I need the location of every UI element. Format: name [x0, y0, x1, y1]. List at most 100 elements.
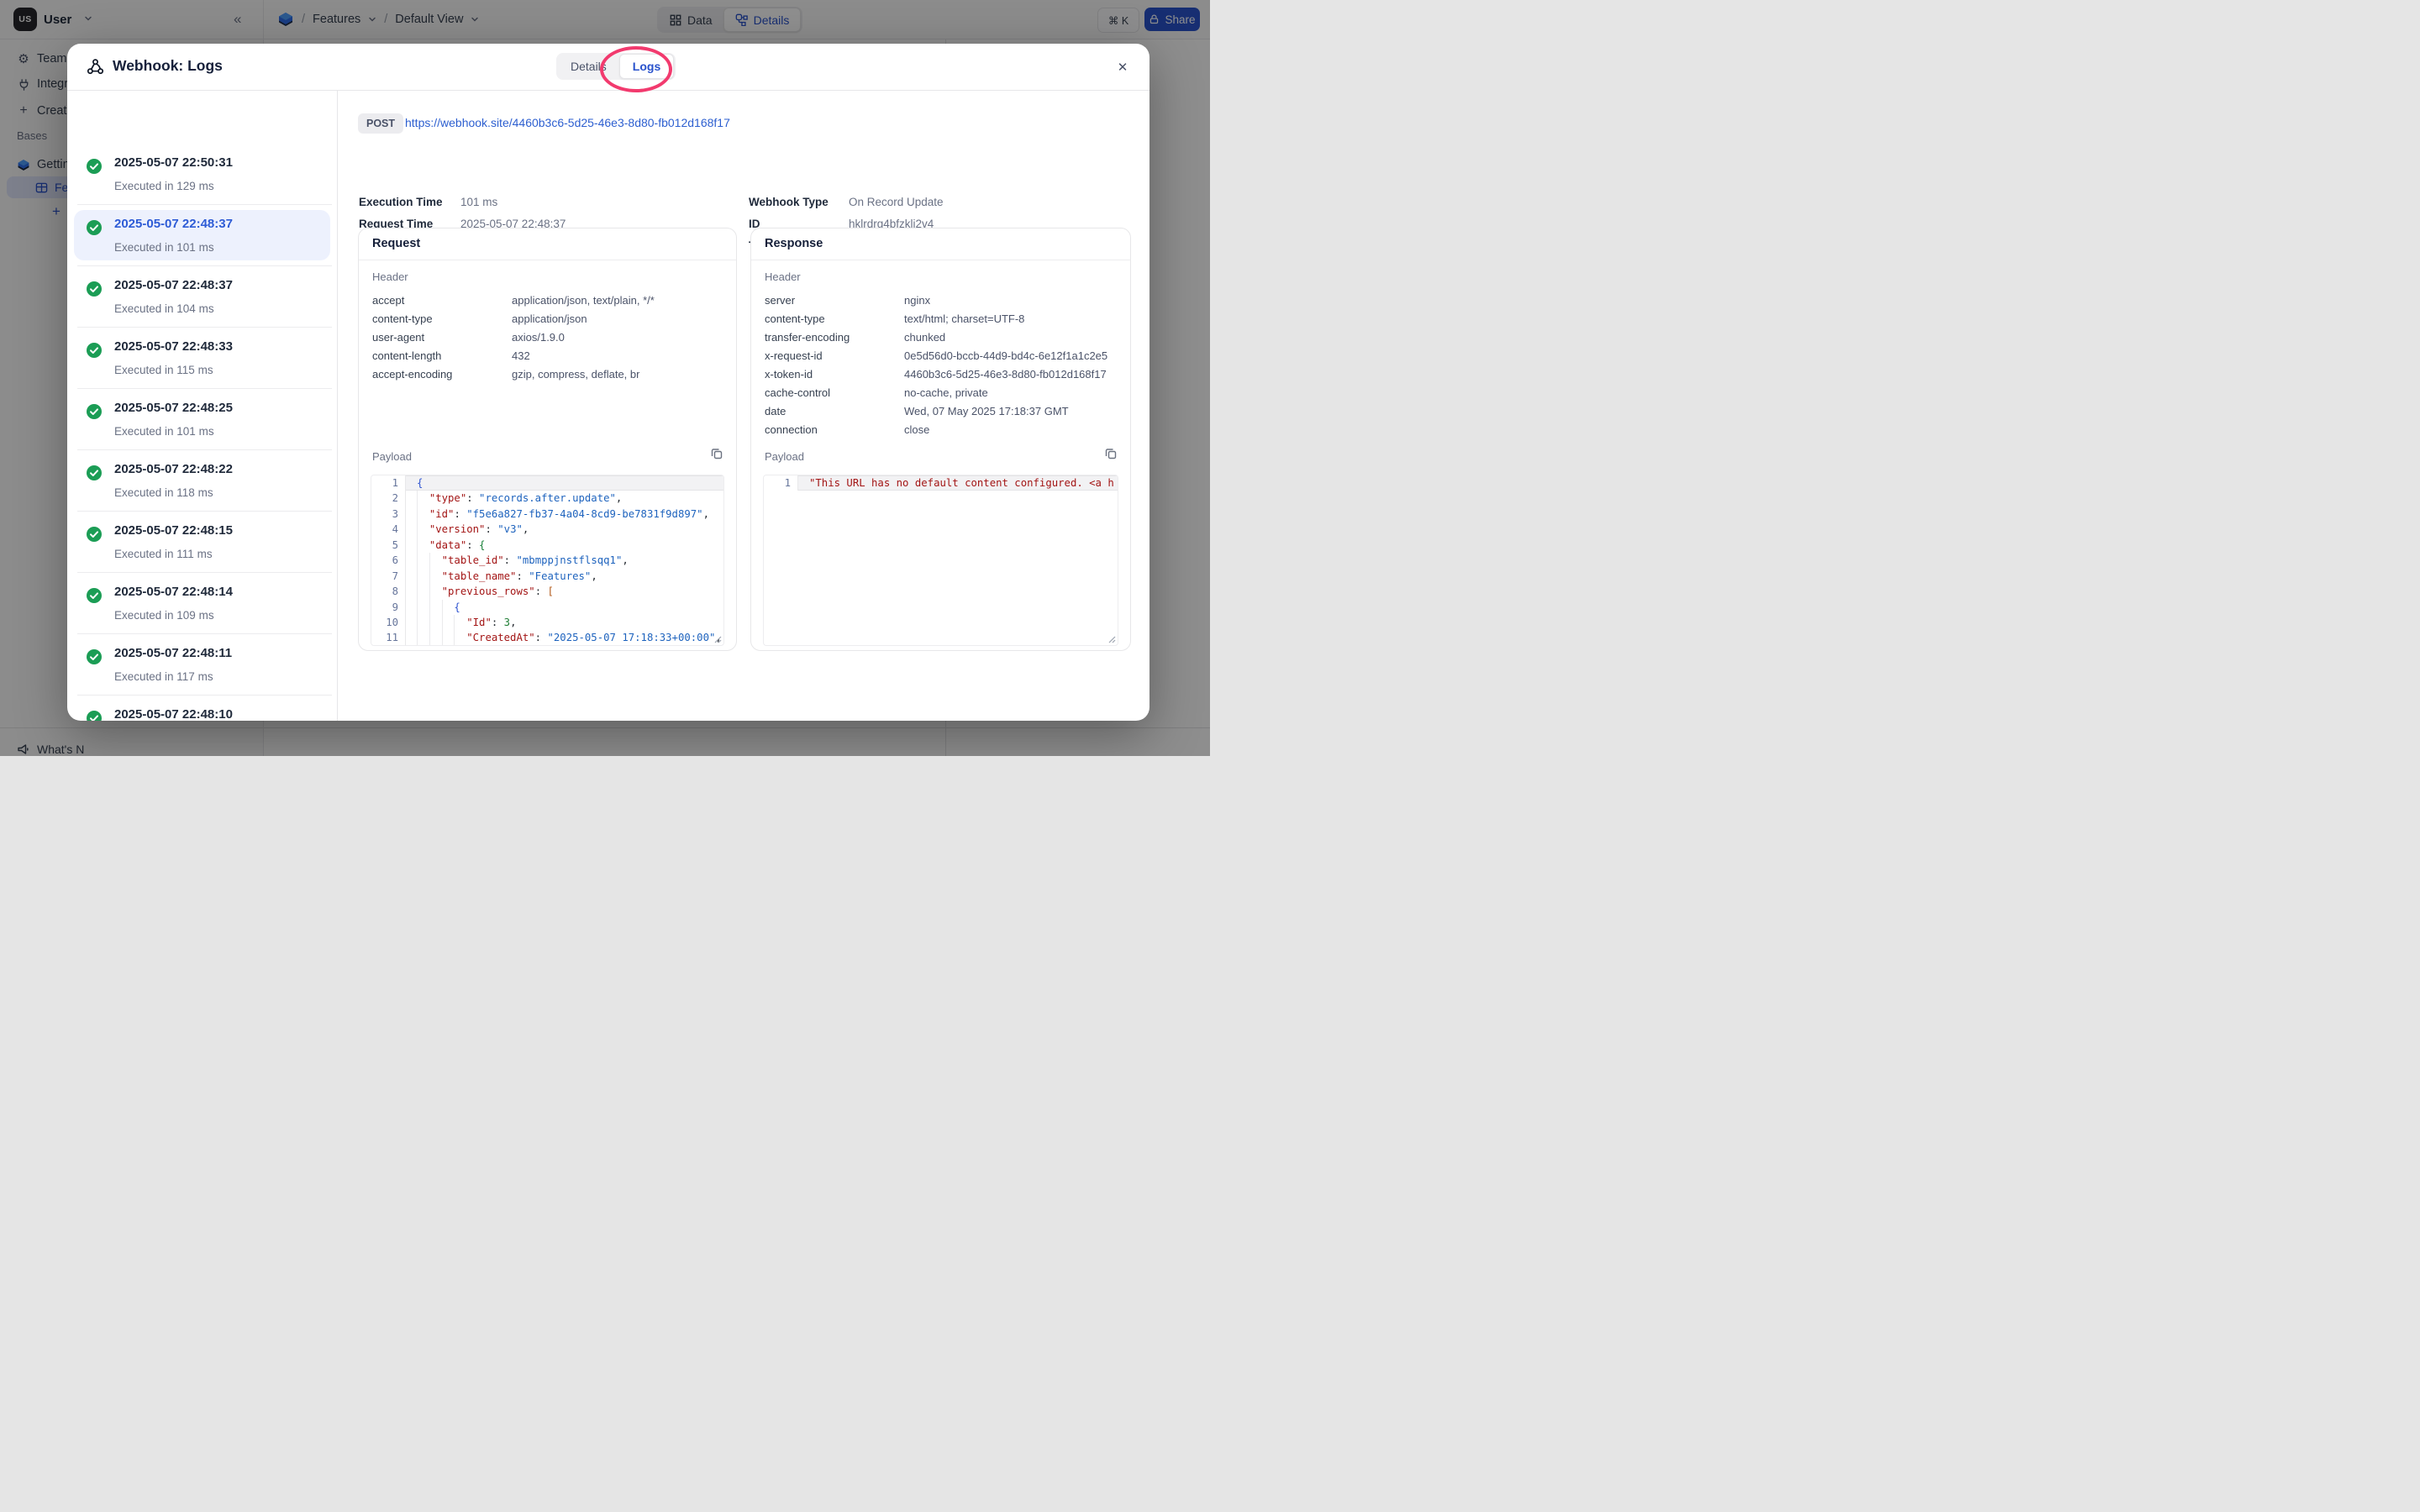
success-check-icon	[86, 403, 103, 420]
header-row: servernginx	[765, 291, 1117, 309]
code-text: "data": {	[405, 538, 723, 553]
header-row: dateWed, 07 May 2025 17:18:37 GMT	[765, 402, 1117, 420]
success-check-icon	[86, 342, 103, 359]
log-item[interactable]: 2025-05-07 22:48:10Executed in 114 ms	[74, 701, 330, 721]
header-row: x-token-id4460b3c6-5d25-46e3-8d80-fb012d…	[765, 365, 1117, 383]
modal-header: Webhook: Logs Details Logs ✕	[67, 44, 1150, 91]
header-label: Header	[765, 270, 801, 283]
line-number: 3	[371, 507, 405, 522]
list-divider	[77, 388, 332, 389]
success-check-icon	[86, 526, 103, 543]
log-item[interactable]: 2025-05-07 22:48:15Executed in 111 ms	[74, 517, 330, 567]
header-value: 432	[512, 349, 530, 362]
success-check-icon	[86, 710, 103, 721]
code-text: "table_name": "Features",	[405, 569, 723, 584]
copy-icon[interactable]	[1102, 445, 1119, 462]
header-label: Header	[372, 270, 408, 283]
log-item[interactable]: 2025-05-07 22:48:37Executed in 104 ms	[74, 271, 330, 322]
header-key: x-request-id	[765, 349, 904, 362]
resize-handle-icon[interactable]	[1108, 636, 1116, 643]
code-text: "Id": 3,	[405, 615, 723, 630]
log-item[interactable]: 2025-05-07 22:48:14Executed in 109 ms	[74, 578, 330, 628]
code-text: "previous_rows": [	[405, 584, 723, 599]
header-key: accept-encoding	[372, 368, 512, 381]
log-timestamp: 2025-05-07 22:48:10	[114, 708, 233, 721]
header-key: x-token-id	[765, 368, 904, 381]
header-key: content-type	[765, 312, 904, 325]
code-line: 4 "version": "v3",	[371, 522, 723, 537]
copy-icon[interactable]	[708, 445, 725, 462]
success-check-icon	[86, 465, 103, 481]
header-value: 4460b3c6-5d25-46e3-8d80-fb012d168f17	[904, 368, 1107, 381]
http-method-badge: POST	[358, 113, 403, 134]
list-divider	[77, 265, 332, 266]
header-row: acceptapplication/json, text/plain, */*	[372, 291, 723, 309]
code-text: "table_id": "mbmppjnstflsqq1",	[405, 553, 723, 568]
details-logs-toggle: Details Logs	[556, 53, 676, 80]
code-text: "CreatedAt": "2025-05-07 17:18:33+00:00"…	[405, 630, 723, 645]
log-item[interactable]: 2025-05-07 22:48:33Executed in 115 ms	[74, 333, 330, 383]
webhook-icon	[86, 57, 105, 76]
header-row: content-length432	[372, 346, 723, 365]
line-number: 11	[371, 630, 405, 645]
line-number: 7	[371, 569, 405, 584]
header-value: application/json	[512, 312, 587, 325]
header-value: close	[904, 423, 929, 436]
list-divider	[77, 633, 332, 634]
code-text: "This URL has no default content configu…	[797, 475, 1118, 491]
header-row: content-typetext/html; charset=UTF-8	[765, 309, 1117, 328]
response-payload-editor[interactable]: 1"This URL has no default content config…	[763, 475, 1118, 646]
log-item[interactable]: 2025-05-07 22:48:25Executed in 101 ms	[74, 394, 330, 444]
log-item[interactable]: 2025-05-07 22:48:11 Executed in 117 ms	[74, 639, 330, 690]
code-line: 8 "previous_rows": [	[371, 584, 723, 599]
log-item[interactable]: 2025-05-07 22:50:31Executed in 129 ms	[74, 149, 330, 199]
code-line: 7 "table_name": "Features",	[371, 569, 723, 584]
success-check-icon	[86, 648, 103, 665]
tab-logs[interactable]: Logs	[619, 54, 674, 79]
resize-handle-icon[interactable]	[714, 636, 722, 643]
list-divider	[77, 572, 332, 573]
log-duration: Executed in 118 ms	[114, 486, 213, 499]
header-key: date	[765, 405, 904, 417]
log-duration: Executed in 117 ms	[114, 670, 213, 683]
log-timestamp: 2025-05-07 22:48:37	[114, 218, 233, 231]
log-timestamp: 2025-05-07 22:48:11	[114, 647, 232, 660]
log-duration: Executed in 129 ms	[114, 180, 214, 192]
request-payload-editor[interactable]: 1{2 "type": "records.after.update",3 "id…	[371, 475, 724, 646]
log-duration: Executed in 101 ms	[114, 425, 214, 438]
log-detail: POST https://webhook.site/4460b3c6-5d25-…	[337, 90, 1150, 721]
log-timestamp: 2025-05-07 22:48:37	[114, 279, 233, 292]
log-timestamp: 2025-05-07 22:48:22	[114, 463, 233, 476]
header-key: connection	[765, 423, 904, 436]
code-text: {	[405, 475, 723, 491]
info-value: 101 ms	[460, 196, 497, 213]
close-icon[interactable]: ✕	[1111, 55, 1134, 79]
header-value: Wed, 07 May 2025 17:18:37 GMT	[904, 405, 1069, 417]
header-value: nginx	[904, 294, 930, 307]
line-number: 2	[371, 491, 405, 506]
line-number: 5	[371, 538, 405, 553]
payload-label: Payload	[372, 450, 412, 463]
code-text: "version": "v3",	[405, 522, 723, 537]
log-item[interactable]: 2025-05-07 22:48:22 Executed in 118 ms	[74, 455, 330, 506]
info-row: Execution Time101 ms	[359, 196, 497, 213]
payload-label: Payload	[765, 450, 804, 463]
info-value: On Record Update	[849, 196, 944, 213]
tab-details[interactable]: Details	[558, 55, 619, 78]
line-number: 4	[371, 522, 405, 537]
code-line: 2 "type": "records.after.update",	[371, 491, 723, 506]
code-line: 9 {	[371, 600, 723, 615]
header-row: content-typeapplication/json	[372, 309, 723, 328]
success-check-icon	[86, 281, 103, 297]
log-item[interactable]: 2025-05-07 22:48:37Executed in 101 ms	[74, 210, 330, 260]
list-divider	[77, 449, 332, 450]
list-divider	[77, 695, 332, 696]
header-value: text/html; charset=UTF-8	[904, 312, 1024, 325]
log-duration: Executed in 115 ms	[114, 364, 213, 376]
request-headers: acceptapplication/json, text/plain, */*c…	[372, 291, 723, 383]
success-check-icon	[86, 587, 103, 604]
webhook-url-link[interactable]: https://webhook.site/4460b3c6-5d25-46e3-…	[405, 116, 730, 129]
info-label: Webhook Type	[749, 196, 849, 213]
header-row: x-request-id0e5d56d0-bccb-44d9-bd4c-6e12…	[765, 346, 1117, 365]
panel-title: Response	[765, 237, 823, 250]
